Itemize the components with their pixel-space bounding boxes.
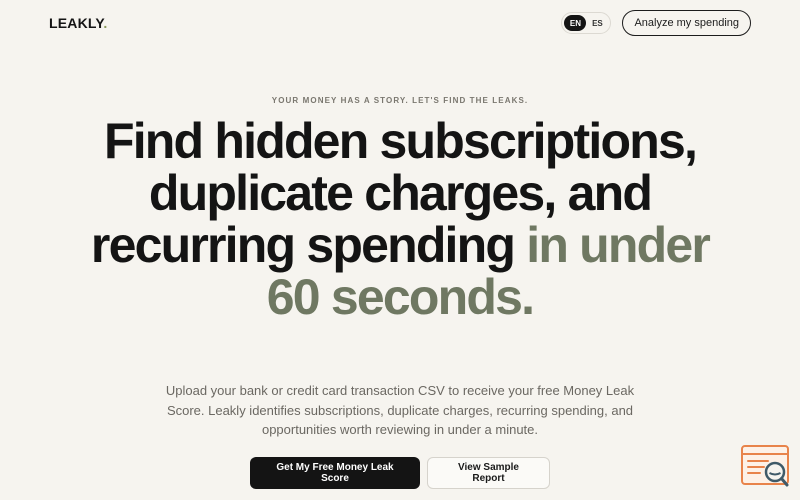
language-toggle: EN ES — [561, 12, 612, 34]
analyze-spending-button[interactable]: Analyze my spending — [622, 10, 751, 36]
logo[interactable]: LEAKLY. — [49, 15, 107, 31]
site-header: LEAKLY. EN ES Analyze my spending — [0, 0, 800, 46]
hero-headline: Find hidden subscriptions, duplicate cha… — [90, 115, 711, 323]
get-money-leak-score-button[interactable]: Get My Free Money Leak Score — [250, 457, 420, 489]
landing-page: LEAKLY. EN ES Analyze my spending YOUR M… — [0, 0, 800, 500]
view-sample-report-button[interactable]: View Sample Report — [427, 457, 550, 489]
logo-dot: . — [103, 15, 108, 31]
search-report-icon[interactable] — [740, 445, 792, 489]
hero-cta-group: Get My Free Money Leak Score View Sample… — [0, 457, 800, 489]
language-es-button[interactable]: ES — [586, 15, 608, 31]
logo-text: LEAKLY — [49, 15, 104, 31]
hero-description: Upload your bank or credit card transact… — [165, 383, 635, 437]
header-actions: EN ES Analyze my spending — [561, 10, 751, 36]
search-report-icon-graphic — [741, 445, 789, 487]
language-en-button[interactable]: EN — [564, 15, 587, 31]
hero-eyebrow: YOUR MONEY HAS A STORY. LET'S FIND THE L… — [271, 96, 529, 105]
